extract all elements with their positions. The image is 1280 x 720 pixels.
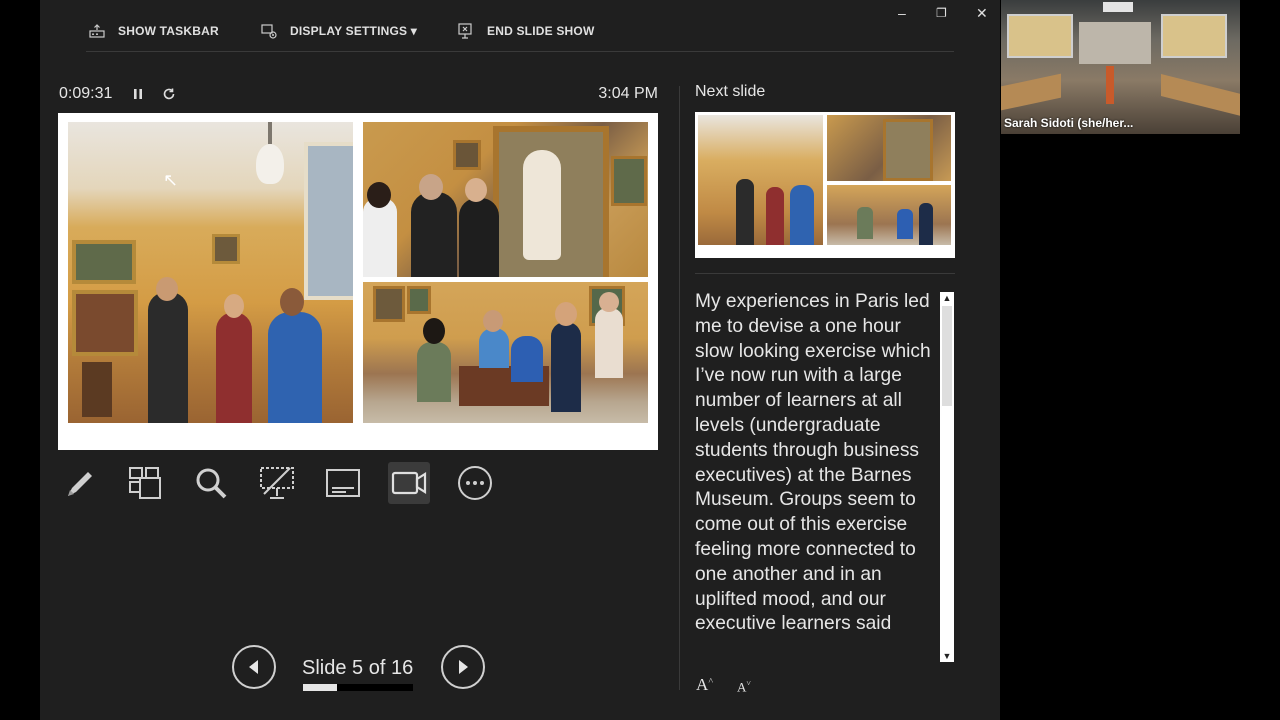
minimize-button[interactable]: –: [898, 5, 906, 21]
room-table-right: [1161, 74, 1240, 116]
elapsed-timer: 0:09:31: [59, 85, 113, 102]
slide-counter: Slide 5 of 16: [302, 657, 414, 679]
presenter-view: SHOW TASKBAR DISPLAY SETTINGS ▾ END SLID…: [40, 0, 1000, 720]
notes-scrollbar[interactable]: ▲ ▼: [940, 292, 954, 662]
previous-slide-button[interactable]: [232, 645, 276, 689]
next-slide-button[interactable]: [441, 645, 485, 689]
next-arrow-icon: [459, 660, 468, 674]
black-screen-button[interactable]: [256, 462, 298, 504]
presenter-figure: [1106, 66, 1114, 104]
increase-font-button[interactable]: A˄: [696, 675, 713, 695]
camera-icon: [391, 471, 427, 495]
scroll-thumb[interactable]: [942, 306, 952, 406]
participant-name: Sarah Sidoti (she/her...: [1004, 116, 1134, 130]
notes-divider: [695, 273, 955, 274]
restore-button[interactable]: ❐: [936, 6, 947, 20]
room-whiteboard: [1079, 22, 1151, 64]
next-slide-label: Next slide: [695, 83, 766, 100]
slide-progress-fill: [303, 684, 338, 691]
display-settings-label: DISPLAY SETTINGS ▾: [290, 24, 417, 38]
participant-video[interactable]: Sarah Sidoti (she/her...: [1001, 0, 1240, 134]
scroll-up-icon[interactable]: ▲: [940, 292, 954, 304]
show-taskbar-label: SHOW TASKBAR: [118, 24, 219, 38]
prev-arrow-icon: [249, 660, 258, 674]
decrease-font-button[interactable]: A˅: [737, 679, 751, 695]
more-options-button[interactable]: [454, 462, 496, 504]
magnifier-icon: [196, 468, 227, 499]
mouse-cursor-icon: ↖: [163, 170, 179, 190]
more-icon: [458, 466, 492, 500]
speaker-notes[interactable]: My experiences in Paris led me to devise…: [695, 290, 931, 662]
subtitles-button[interactable]: [322, 462, 364, 504]
close-button[interactable]: ✕: [976, 5, 988, 22]
pen-icon: [68, 472, 92, 496]
slide-photo-gallery-room: ↖: [68, 122, 353, 423]
next-photo-2: [827, 115, 951, 181]
room-projector: [1103, 2, 1133, 12]
end-show-icon: [458, 23, 472, 39]
pause-icon[interactable]: [130, 86, 146, 102]
see-all-slides-icon: [129, 467, 161, 499]
camera-button[interactable]: [388, 462, 430, 504]
next-slide-preview[interactable]: [695, 112, 955, 258]
room-screen-right: [1161, 14, 1227, 58]
current-time: 3:04 PM: [598, 85, 658, 102]
slide-photo-paintings: [363, 122, 648, 277]
see-all-slides-button[interactable]: [124, 462, 166, 504]
display-settings-button[interactable]: DISPLAY SETTINGS ▾: [260, 20, 417, 42]
next-photo-1: [698, 115, 823, 245]
slide-progress-bar: [303, 684, 413, 691]
current-slide: ↖: [58, 113, 658, 450]
slide-photo-group-seated: [363, 282, 648, 423]
room-screen-left: [1007, 14, 1073, 58]
room-table-left: [1001, 73, 1061, 111]
taskbar-icon: [89, 24, 105, 38]
black-screen-icon: [260, 467, 294, 499]
decrease-font-label: A: [737, 679, 747, 695]
show-taskbar-button[interactable]: SHOW TASKBAR: [88, 20, 219, 42]
zoom-button[interactable]: [190, 462, 232, 504]
end-slide-show-button[interactable]: END SLIDE SHOW: [457, 20, 594, 42]
scroll-down-icon[interactable]: ▼: [940, 650, 954, 662]
end-slide-show-label: END SLIDE SHOW: [487, 24, 595, 38]
next-photo-3: [827, 185, 951, 245]
top-divider: [86, 51, 954, 52]
increase-font-label: A: [696, 675, 709, 694]
subtitles-icon: [326, 469, 360, 497]
settings-icon: [261, 24, 277, 39]
presenter-toolbar: [58, 462, 496, 504]
pen-tool-button[interactable]: [58, 462, 100, 504]
panel-divider: [679, 86, 680, 690]
restart-timer-icon[interactable]: [161, 86, 177, 102]
